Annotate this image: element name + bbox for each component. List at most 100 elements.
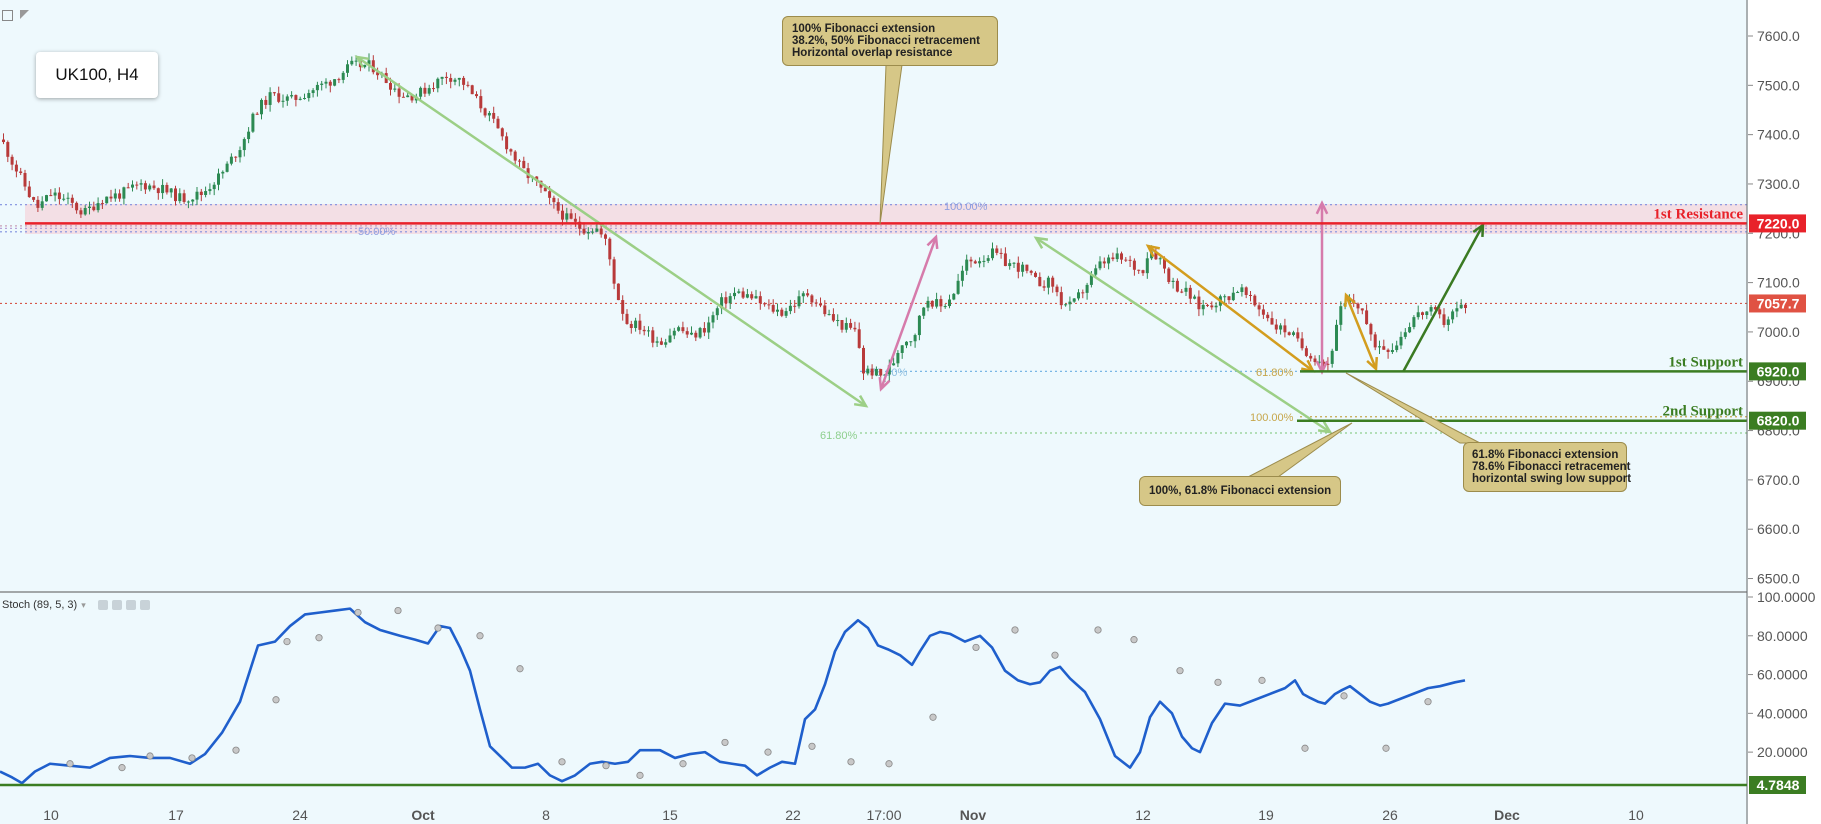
candle bbox=[788, 305, 792, 312]
callout-line: 78.6% Fibonacci retracement bbox=[1472, 461, 1631, 473]
candle bbox=[156, 188, 160, 194]
candle bbox=[930, 300, 934, 307]
candle bbox=[711, 315, 715, 323]
x-tick-label: 17 bbox=[168, 807, 184, 823]
stoch-marker bbox=[885, 760, 893, 768]
candle bbox=[776, 309, 779, 312]
candle bbox=[926, 300, 930, 308]
candle bbox=[165, 184, 169, 193]
candle bbox=[548, 191, 552, 198]
close-icon[interactable] bbox=[139, 600, 150, 610]
candle bbox=[6, 142, 10, 157]
x-tick-label: 10 bbox=[1628, 807, 1644, 823]
fib-label: 61.80% bbox=[820, 430, 858, 442]
candle bbox=[505, 136, 509, 150]
candle bbox=[1313, 358, 1317, 363]
candle bbox=[1171, 280, 1175, 282]
candle bbox=[290, 95, 294, 97]
eye-icon[interactable] bbox=[97, 600, 108, 610]
stoch-marker bbox=[558, 758, 566, 766]
chart[interactable]: 50.00%100.00%78.60%61.80%61.80%100.00% 1… bbox=[0, 0, 1821, 824]
candle bbox=[328, 81, 332, 86]
candle bbox=[229, 156, 233, 164]
candle bbox=[819, 303, 822, 306]
candle bbox=[827, 314, 831, 316]
chart-title: UK100, H4 bbox=[36, 52, 158, 98]
flag-icon[interactable] bbox=[20, 10, 29, 19]
callout-second-support: 100%, 61.8% Fibonacci extension bbox=[1139, 476, 1342, 506]
stoch-marker bbox=[1094, 626, 1102, 634]
candle bbox=[922, 307, 926, 316]
candle bbox=[986, 258, 990, 261]
candle bbox=[621, 300, 625, 314]
candle bbox=[960, 270, 964, 281]
candle bbox=[1249, 294, 1252, 296]
candle bbox=[1236, 292, 1240, 294]
candle bbox=[866, 368, 870, 374]
candle bbox=[1287, 332, 1291, 335]
candle bbox=[10, 156, 14, 165]
stoch-marker bbox=[1214, 678, 1222, 686]
stoch-marker bbox=[1258, 676, 1266, 684]
candle bbox=[62, 198, 66, 200]
gear-icon[interactable] bbox=[111, 600, 122, 610]
candle bbox=[1042, 286, 1046, 288]
callout-line: 100% Fibonacci extension bbox=[792, 23, 936, 35]
candle bbox=[1356, 303, 1360, 309]
candle bbox=[118, 193, 122, 199]
candle bbox=[341, 72, 345, 80]
candle bbox=[840, 320, 844, 330]
price-tag-label: 6920.0 bbox=[1757, 363, 1800, 379]
candle bbox=[1055, 286, 1059, 293]
candle bbox=[672, 330, 676, 336]
candle bbox=[569, 213, 573, 219]
candle bbox=[991, 248, 994, 259]
candle bbox=[556, 202, 560, 211]
candle bbox=[948, 299, 951, 307]
candle bbox=[767, 304, 771, 306]
candle bbox=[685, 331, 689, 335]
candle bbox=[311, 90, 315, 94]
candle bbox=[393, 88, 397, 90]
candle bbox=[651, 330, 655, 343]
price-tag-label: 7220.0 bbox=[1757, 215, 1800, 231]
candle bbox=[432, 88, 435, 90]
stoch-marker bbox=[146, 752, 154, 760]
dropdown-icon[interactable]: ▾ bbox=[81, 600, 86, 611]
candle bbox=[1244, 287, 1248, 295]
stoch-marker bbox=[847, 758, 855, 766]
candle bbox=[900, 345, 904, 353]
candle bbox=[522, 160, 526, 169]
candle bbox=[427, 88, 431, 94]
candle bbox=[857, 329, 861, 348]
candle bbox=[750, 294, 754, 299]
candle bbox=[148, 185, 152, 190]
x-tick-label: 8 bbox=[542, 807, 550, 823]
collapse-icon[interactable] bbox=[2, 10, 13, 21]
x-tick-label: Nov bbox=[960, 807, 987, 823]
candle bbox=[694, 332, 698, 338]
candle bbox=[1360, 308, 1364, 311]
candle bbox=[320, 83, 324, 85]
stoch-tick-label: 100.0000 bbox=[1757, 589, 1816, 605]
stoch-marker bbox=[272, 696, 280, 704]
candle bbox=[75, 202, 79, 211]
candle bbox=[999, 252, 1003, 254]
candle bbox=[599, 228, 603, 235]
candle bbox=[1064, 304, 1068, 306]
candle bbox=[1416, 312, 1420, 318]
x-tick-label: Dec bbox=[1494, 807, 1520, 823]
plus-icon[interactable] bbox=[125, 600, 136, 610]
candle bbox=[1188, 287, 1192, 299]
candle bbox=[1201, 304, 1205, 310]
candle bbox=[913, 335, 917, 342]
candle bbox=[664, 342, 668, 345]
candle bbox=[23, 172, 27, 187]
candle bbox=[1046, 277, 1050, 288]
candle bbox=[1253, 295, 1257, 306]
stoch-marker bbox=[1424, 698, 1432, 706]
candle bbox=[1128, 259, 1132, 261]
candle bbox=[1390, 350, 1394, 352]
candle bbox=[126, 187, 130, 189]
candle bbox=[307, 93, 311, 99]
